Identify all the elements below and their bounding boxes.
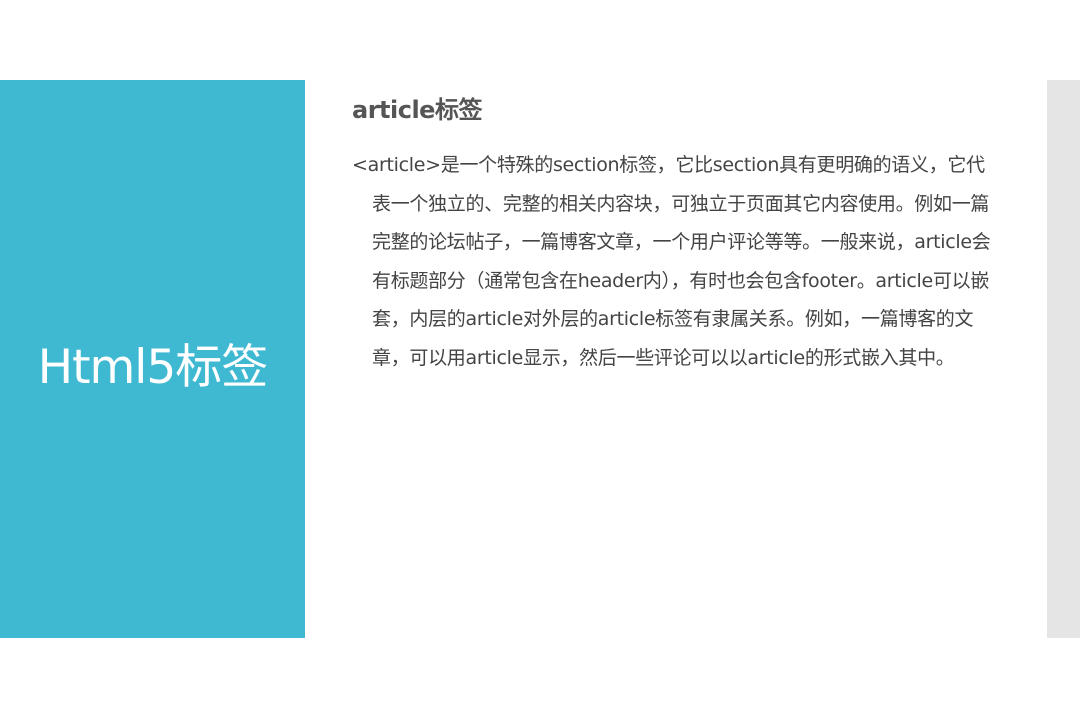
decorative-side-strip <box>1047 80 1080 638</box>
title-panel: Html5标签 <box>0 80 305 638</box>
content-area: article标签 <article>是一个特殊的section标签，它比sec… <box>352 92 992 377</box>
content-paragraph: <article>是一个特殊的section标签，它比section具有更明确的… <box>352 154 991 369</box>
content-heading: article标签 <box>352 96 482 124</box>
slide-section-title: Html5标签 <box>37 339 269 395</box>
slide: Html5标签 article标签 <article>是一个特殊的section… <box>0 0 1080 720</box>
